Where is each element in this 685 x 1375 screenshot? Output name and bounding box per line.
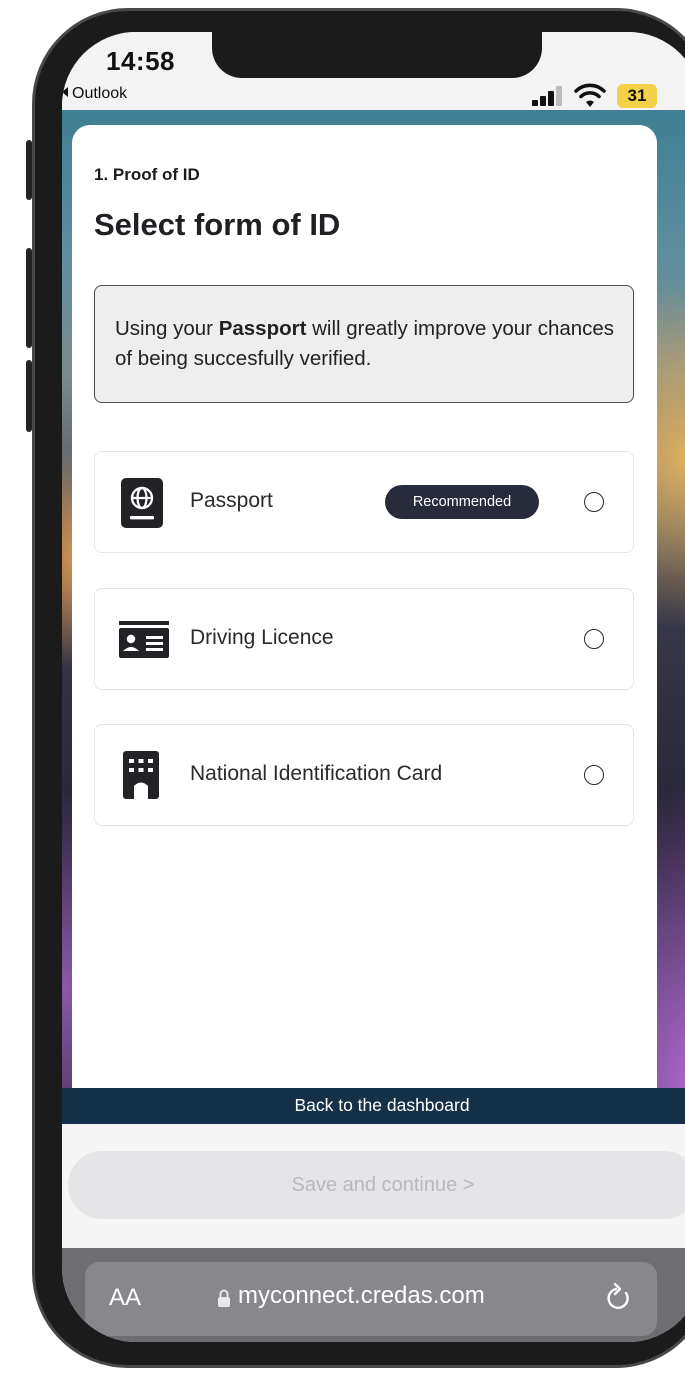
option-label: Passport [190, 489, 273, 512]
page-title: Select form of ID [94, 207, 341, 242]
option-label: National Identification Card [190, 762, 443, 785]
save-button-label: Save and continue [291, 1174, 458, 1196]
phone-screen: 14:58 Outlook 31 1. Proof of ID Select f… [62, 32, 685, 1342]
back-arrow-icon [62, 87, 68, 97]
passport-icon [121, 478, 163, 528]
save-area: Save and continue > [62, 1124, 685, 1248]
volume-up-button [26, 248, 32, 348]
notice-text-prefix: Using your [115, 317, 219, 340]
text-size-button[interactable]: AA [109, 1284, 141, 1312]
radio-button[interactable] [584, 765, 604, 785]
option-national-id-card[interactable]: National Identification Card [94, 724, 634, 826]
option-label: Driving Licence [190, 626, 334, 649]
notch [212, 32, 542, 78]
chevron-right-icon: > [462, 1174, 475, 1196]
wifi-icon [574, 83, 606, 107]
address-bar[interactable]: AA myconnect.credas.com [85, 1262, 657, 1336]
option-passport[interactable]: Passport Recommended [94, 451, 634, 553]
browser-toolbar: AA myconnect.credas.com [62, 1248, 685, 1342]
lock-icon [218, 1289, 230, 1307]
radio-button[interactable] [584, 629, 604, 649]
battery-indicator: 31 [617, 84, 657, 108]
building-icon [123, 751, 159, 799]
volume-down-button [26, 360, 32, 432]
url-text: myconnect.credas.com [238, 1282, 485, 1309]
back-to-dashboard-link[interactable]: Back to the dashboard [62, 1088, 685, 1124]
notice-text-emphasis: Passport [218, 317, 307, 340]
save-and-continue-button[interactable]: Save and continue > [68, 1151, 685, 1219]
clock: 14:58 [106, 46, 175, 76]
step-label: 1. Proof of ID [94, 165, 200, 184]
option-driving-licence[interactable]: Driving Licence [94, 588, 634, 690]
back-app-label: Outlook [72, 85, 128, 102]
radio-button[interactable] [584, 492, 604, 512]
passport-notice: Using your Passport will greatly improve… [94, 285, 634, 403]
id-card-icon [119, 621, 169, 658]
back-to-app-link[interactable]: Outlook [62, 85, 127, 103]
signal-icon [528, 86, 568, 106]
silent-switch [26, 140, 32, 200]
id-selection-card: 1. Proof of ID Select form of ID Using y… [72, 125, 657, 1125]
recommended-badge: Recommended [385, 485, 539, 519]
reload-icon[interactable] [603, 1280, 633, 1314]
